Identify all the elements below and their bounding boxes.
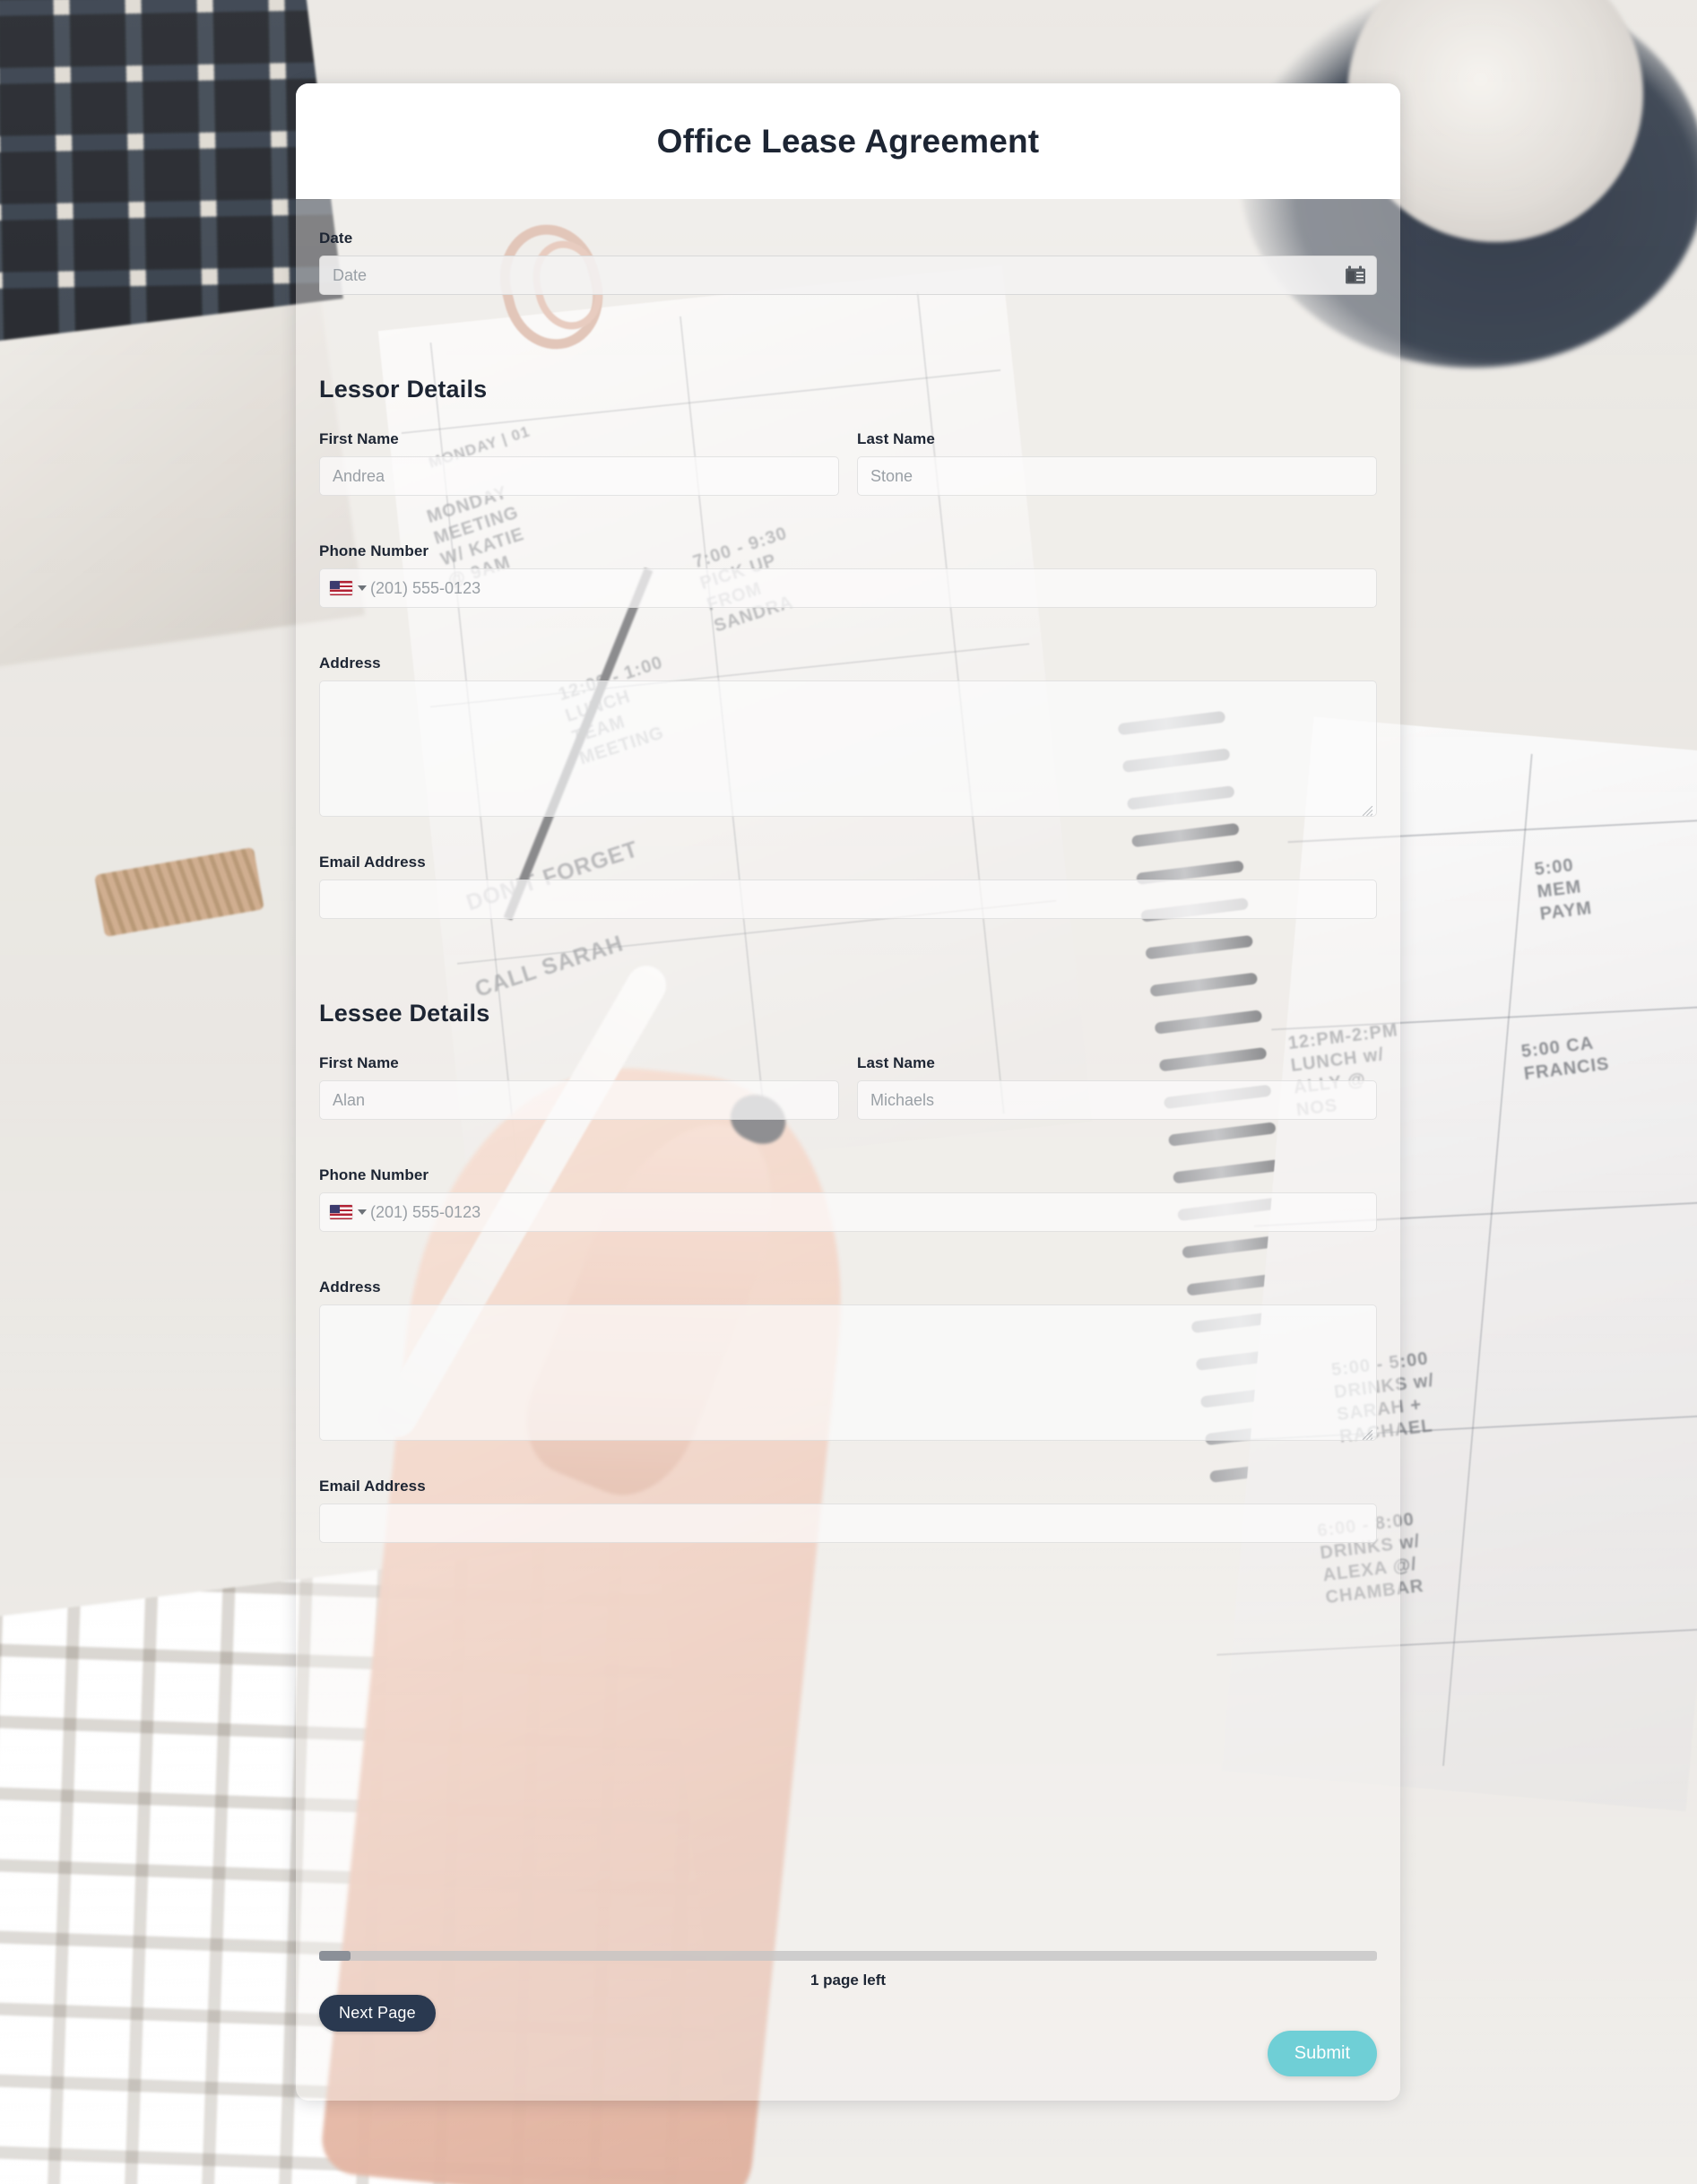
lessee-phone-wrap [319, 1192, 1377, 1232]
chevron-down-icon [358, 1209, 367, 1215]
progress-bar [319, 1951, 1377, 1961]
lessee-email-input[interactable] [319, 1504, 1377, 1543]
lessee-name-row: First Name Last Name [319, 1054, 1377, 1120]
progress-bar-fill [319, 1951, 351, 1961]
lessee-phone-input[interactable] [319, 1192, 1377, 1232]
pages-left-status: 1 page left [810, 1972, 887, 1989]
label-lessee-address: Address [319, 1278, 381, 1296]
field-lessor-first-name: First Name [319, 430, 839, 496]
lessor-address-wrap [319, 680, 1377, 821]
lessee-address-wrap [319, 1304, 1377, 1445]
lessor-first-name-input[interactable] [319, 456, 839, 496]
lessor-phone-wrap [319, 568, 1377, 608]
label-lessee-last-name: Last Name [857, 1054, 935, 1071]
lessor-country-selector[interactable] [330, 581, 367, 595]
submit-button[interactable]: Submit [1267, 2031, 1377, 2076]
label-lessor-phone: Phone Number [319, 542, 429, 559]
lease-agreement-form: Office Lease Agreement Date Lessor De [296, 83, 1400, 2101]
chevron-down-icon [358, 585, 367, 591]
field-lessee-email: Email Address [319, 1478, 1377, 1543]
next-page-button[interactable]: Next Page [319, 1995, 436, 2032]
field-lessor-phone: Phone Number [319, 542, 1377, 608]
lessee-first-name-input[interactable] [319, 1080, 839, 1120]
field-lessor-last-name: Last Name [857, 430, 1377, 496]
label-lessee-phone: Phone Number [319, 1166, 429, 1183]
lessee-country-selector[interactable] [330, 1205, 367, 1219]
page-title: Office Lease Agreement [656, 122, 1040, 160]
label-lessee-email: Email Address [319, 1478, 426, 1495]
field-date: Date [319, 230, 1377, 295]
us-flag-icon [330, 581, 352, 595]
label-lessor-last-name: Last Name [857, 430, 935, 447]
lessor-phone-input[interactable] [319, 568, 1377, 608]
field-lessee-last-name: Last Name [857, 1054, 1377, 1120]
form-footer: 1 page left Next Page Submit [296, 1951, 1400, 2101]
lessee-last-name-input[interactable] [857, 1080, 1377, 1120]
date-input[interactable] [319, 256, 1377, 295]
field-lessee-first-name: First Name [319, 1054, 839, 1120]
footer-actions: Next Page Submit [319, 1995, 1377, 2081]
date-input-wrap [319, 256, 1377, 295]
field-lessee-phone: Phone Number [319, 1166, 1377, 1232]
form-body: Date Lessor Details First Name [296, 199, 1400, 1543]
field-lessor-email: Email Address [319, 854, 1377, 919]
label-date: Date [319, 230, 353, 247]
section-heading-lessee: Lessee Details [319, 1000, 490, 1027]
field-lessee-address: Address [319, 1278, 1377, 1445]
lessor-last-name-input[interactable] [857, 456, 1377, 496]
us-flag-icon [330, 1205, 352, 1219]
section-heading-lessor: Lessor Details [319, 376, 488, 403]
field-lessor-address: Address [319, 654, 1377, 821]
form-header: Office Lease Agreement [296, 83, 1400, 199]
lessee-address-textarea[interactable] [319, 1304, 1377, 1441]
label-lessor-first-name: First Name [319, 430, 399, 447]
lessor-email-input[interactable] [319, 880, 1377, 919]
label-lessee-first-name: First Name [319, 1054, 399, 1071]
lessor-name-row: First Name Last Name [319, 430, 1377, 496]
lessor-address-textarea[interactable] [319, 680, 1377, 817]
label-lessor-email: Email Address [319, 854, 426, 871]
label-lessor-address: Address [319, 654, 381, 672]
